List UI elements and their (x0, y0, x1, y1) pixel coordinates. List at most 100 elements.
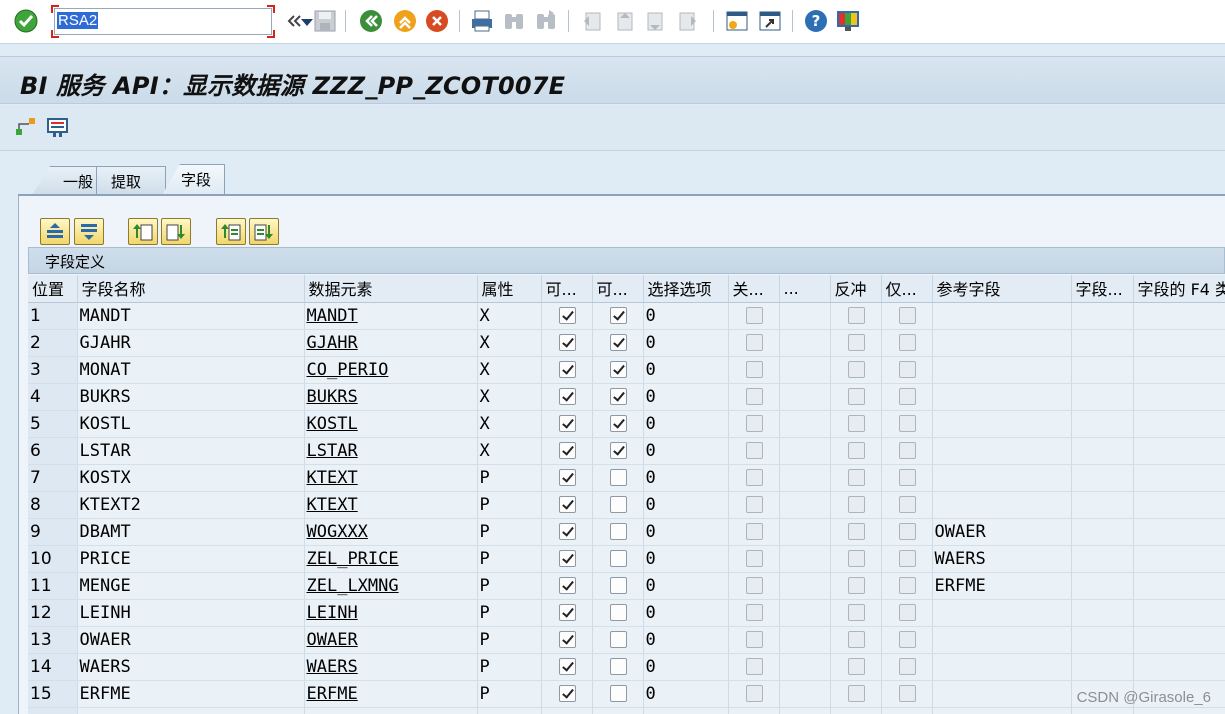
checkbox-col8[interactable] (746, 442, 763, 459)
checkbox-col6[interactable] (610, 604, 627, 621)
selection-option-cell[interactable]: 0 (643, 383, 729, 411)
table-row[interactable]: 9 DBAMT WOGXXX P 0 OWAER (28, 518, 1225, 546)
reversal-checkbox[interactable] (848, 307, 865, 324)
selection-option-cell[interactable]: 0 (643, 437, 729, 465)
reversal-checkbox[interactable] (848, 388, 865, 405)
data-element-link[interactable]: ZEL_PRICE (304, 545, 478, 573)
column-header[interactable]: 参考字段 (932, 275, 1072, 303)
checkbox-col6[interactable] (610, 496, 627, 513)
data-element-link[interactable]: LSTAR (304, 437, 478, 465)
column-header[interactable]: 可... (592, 275, 644, 303)
deselect-all-icon[interactable] (74, 218, 104, 245)
selection-option-cell[interactable]: 0 (643, 599, 729, 627)
tab-extraction[interactable]: 提取 (96, 166, 166, 195)
data-element-link[interactable]: MANDT (304, 302, 478, 330)
selection-option-cell[interactable]: 0 (643, 680, 729, 708)
table-row[interactable]: 8 KTEXT2 KTEXT P 0 (28, 491, 1225, 519)
help-icon[interactable]: ? (803, 8, 827, 34)
ok-check-icon[interactable] (13, 8, 38, 34)
data-element-link[interactable]: LEINH (304, 599, 478, 627)
move-up-icon[interactable] (128, 218, 158, 245)
reversal-checkbox[interactable] (848, 604, 865, 621)
selection-option-cell[interactable]: 0 (643, 653, 729, 681)
checkbox-col6[interactable] (610, 469, 627, 486)
checkbox-col5[interactable] (559, 658, 576, 675)
table-row[interactable]: 1 MANDT MANDT X 0 (28, 302, 1225, 330)
data-element-link[interactable]: CO_PERIO (304, 356, 478, 384)
reversal-checkbox[interactable] (848, 658, 865, 675)
checkbox-col8[interactable] (746, 685, 763, 702)
checkbox-col5[interactable] (559, 415, 576, 432)
reversal-checkbox[interactable] (848, 442, 865, 459)
column-header[interactable]: 反冲 (830, 275, 882, 303)
checkbox-col11[interactable] (899, 334, 916, 351)
column-header[interactable]: 字段的 F4 类 (1133, 275, 1225, 303)
exit-icon[interactable] (392, 8, 416, 34)
checkbox-col5[interactable] (559, 550, 576, 567)
display-object-icon[interactable] (45, 114, 69, 140)
table-row[interactable]: 12 LEINH LEINH P 0 (28, 599, 1225, 627)
checkbox-col8[interactable] (746, 307, 763, 324)
table-row[interactable]: 15 ERFME ERFME P 0 (28, 680, 1225, 708)
checkbox-col11[interactable] (899, 523, 916, 540)
column-header[interactable]: 数据元素 (304, 275, 478, 303)
back-icon[interactable] (358, 8, 382, 34)
column-header[interactable]: 仅... (881, 275, 933, 303)
checkbox-col8[interactable] (746, 415, 763, 432)
data-element-link[interactable]: OWAER (304, 626, 478, 654)
create-session-icon[interactable] (724, 8, 748, 34)
checkbox-col6[interactable] (610, 361, 627, 378)
reversal-checkbox[interactable] (848, 361, 865, 378)
checkbox-col5[interactable] (559, 361, 576, 378)
table-row[interactable]: 7 KOSTX KTEXT P 0 (28, 464, 1225, 492)
table-row[interactable]: 4 BUKRS BUKRS X 0 (28, 383, 1225, 411)
checkbox-col5[interactable] (559, 334, 576, 351)
checkbox-col8[interactable] (746, 604, 763, 621)
checkbox-col6[interactable] (610, 631, 627, 648)
reversal-checkbox[interactable] (848, 631, 865, 648)
first-page-icon[interactable] (580, 8, 604, 34)
tab-fields[interactable]: 字段 (162, 164, 225, 195)
table-row[interactable]: 3 MONAT CO_PERIO X 0 (28, 356, 1225, 384)
column-header[interactable]: 属性 (477, 275, 542, 303)
find-next-icon[interactable] (534, 8, 558, 34)
selection-option-cell[interactable]: 0 (643, 329, 729, 357)
command-field[interactable]: RSA2 (51, 5, 313, 38)
checkbox-col6[interactable] (610, 550, 627, 567)
checkbox-col8[interactable] (746, 658, 763, 675)
reversal-checkbox[interactable] (848, 415, 865, 432)
checkbox-col5[interactable] (559, 469, 576, 486)
checkbox-col5[interactable] (559, 631, 576, 648)
data-element-link[interactable]: WAERS (304, 653, 478, 681)
checkbox-col11[interactable] (899, 577, 916, 594)
command-input[interactable]: RSA2 (54, 8, 272, 35)
checkbox-col11[interactable] (899, 388, 916, 405)
checkbox-col6[interactable] (610, 415, 627, 432)
column-header[interactable]: ... (779, 275, 831, 303)
data-element-link[interactable]: KTEXT (304, 491, 478, 519)
checkbox-col8[interactable] (746, 388, 763, 405)
checkbox-col6[interactable] (610, 442, 627, 459)
checkbox-col5[interactable] (559, 604, 576, 621)
selection-option-cell[interactable]: 0 (643, 545, 729, 573)
reversal-checkbox[interactable] (848, 496, 865, 513)
selection-option-cell[interactable]: 0 (643, 572, 729, 600)
checkbox-col8[interactable] (746, 550, 763, 567)
checkbox-col8[interactable] (746, 469, 763, 486)
next-page-icon[interactable] (644, 8, 668, 34)
cancel-icon[interactable] (424, 8, 448, 34)
checkbox-col8[interactable] (746, 361, 763, 378)
checkbox-col6[interactable] (610, 388, 627, 405)
data-element-link[interactable]: ZEL_LXMNG (304, 572, 478, 600)
back-double-chevron-icon[interactable] (284, 8, 308, 34)
move-down-icon[interactable] (161, 218, 191, 245)
save-icon[interactable] (313, 8, 337, 34)
sort-ascending-icon[interactable] (216, 218, 246, 245)
checkbox-col5[interactable] (559, 388, 576, 405)
table-row[interactable]: 6 LSTAR LSTAR X 0 (28, 437, 1225, 465)
selection-option-cell[interactable]: 0 (643, 464, 729, 492)
table-row[interactable]: 10 PRICE ZEL_PRICE P 0 WAERS (28, 545, 1225, 573)
data-element-link[interactable]: KOSTL (304, 410, 478, 438)
checkbox-col8[interactable] (746, 496, 763, 513)
last-page-icon[interactable] (676, 8, 700, 34)
